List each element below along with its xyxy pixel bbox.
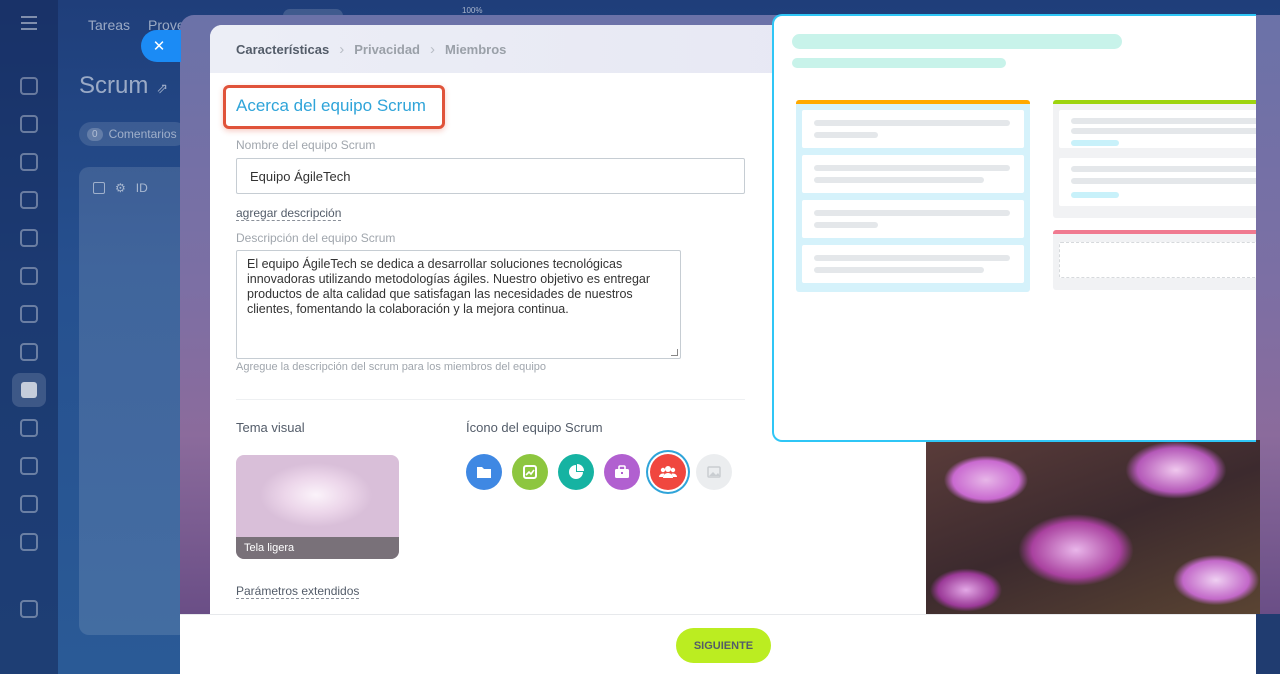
- column-id: ID: [135, 181, 148, 195]
- description-hint: Agregue la descripción del scrum para lo…: [236, 361, 546, 373]
- description-label: Descripción del equipo Scrum: [236, 231, 396, 245]
- pie-chart-icon[interactable]: [558, 454, 594, 490]
- feed-icon[interactable]: [20, 77, 38, 95]
- preview-card: [802, 245, 1024, 283]
- team-name-label: Nombre del equipo Scrum: [236, 138, 376, 152]
- icon-picker: [466, 454, 732, 490]
- team-name-input[interactable]: Equipo ÁgileTech: [236, 158, 745, 194]
- automation-icon[interactable]: [20, 495, 38, 513]
- preview-title-bar: [792, 34, 1122, 49]
- select-all-checkbox[interactable]: [93, 182, 105, 194]
- mail-icon[interactable]: [20, 305, 38, 323]
- close-button[interactable]: ✕: [141, 30, 181, 62]
- tab-tasks[interactable]: Tareas: [88, 17, 130, 33]
- add-description-link[interactable]: agregar descripción: [236, 206, 342, 221]
- step-members[interactable]: Miembros: [445, 42, 506, 57]
- comments-label: Comentarios: [108, 127, 177, 141]
- folder-icon[interactable]: [466, 454, 502, 490]
- zoom-level: 100%: [462, 6, 483, 15]
- preview-subtitle-bar: [792, 58, 1006, 68]
- close-icon: ✕: [152, 38, 166, 55]
- right-edge: [1256, 614, 1280, 674]
- calendar-icon[interactable]: [20, 191, 38, 209]
- preview-card: [802, 110, 1024, 148]
- section-title: Acerca del equipo Scrum: [236, 96, 426, 115]
- preview-card: [802, 200, 1024, 238]
- divider: [236, 399, 745, 400]
- theme-name: Tela ligera: [236, 537, 399, 559]
- preview-column-1: [796, 100, 1030, 292]
- contacts-icon[interactable]: [20, 343, 38, 361]
- tasks-table: ⚙ ID: [79, 167, 189, 635]
- wizard-footer: SIGUIENTE: [180, 614, 1256, 674]
- description-value: El equipo ÁgileTech se dedica a desarrol…: [247, 257, 651, 316]
- preview-card: [1059, 110, 1256, 148]
- preview-drop-zone: [1059, 242, 1256, 278]
- pin-icon[interactable]: ⇗: [156, 80, 168, 96]
- image-icon[interactable]: [696, 454, 732, 490]
- schedule-icon[interactable]: [20, 457, 38, 475]
- filter-icon[interactable]: [20, 419, 38, 437]
- preview-card: [1059, 158, 1256, 206]
- scrum-preview: [772, 14, 1256, 442]
- background-image: [926, 440, 1260, 615]
- gear-icon[interactable]: ⚙: [115, 181, 126, 195]
- cart-icon[interactable]: [20, 533, 38, 551]
- chevron-right-icon: ›: [430, 40, 435, 58]
- briefcase-icon[interactable]: [604, 454, 640, 490]
- description-textarea[interactable]: El equipo ÁgileTech se dedica a desarrol…: [236, 250, 681, 359]
- left-sidebar: [0, 0, 58, 674]
- table-header: ⚙ ID: [93, 181, 148, 195]
- menu-icon[interactable]: [21, 16, 37, 30]
- chevron-right-icon: ›: [339, 40, 345, 58]
- preview-column-3: [1053, 230, 1256, 290]
- documents-icon[interactable]: [20, 153, 38, 171]
- theme-preview[interactable]: Tela ligera: [236, 455, 399, 559]
- icon-heading: Ícono del equipo Scrum: [466, 420, 603, 435]
- preview-column-2: [1053, 100, 1256, 218]
- page-title-text: Scrum: [79, 72, 149, 99]
- chart-icon[interactable]: [512, 454, 548, 490]
- theme-heading: Tema visual: [236, 420, 305, 435]
- preview-card: [802, 155, 1024, 193]
- settings-icon[interactable]: [20, 600, 38, 618]
- tasks-icon[interactable]: [12, 373, 46, 407]
- comments-count: 0: [87, 127, 103, 141]
- page-title: Scrum ⇗: [79, 72, 168, 100]
- chat-icon[interactable]: [20, 115, 38, 133]
- next-button[interactable]: SIGUIENTE: [676, 628, 771, 663]
- step-characteristics[interactable]: Características: [236, 42, 329, 57]
- files-icon[interactable]: [20, 229, 38, 247]
- extended-params-link[interactable]: Parámetros extendidos: [236, 584, 360, 599]
- crm-icon[interactable]: [20, 267, 38, 285]
- resize-handle[interactable]: [671, 349, 678, 356]
- step-privacy[interactable]: Privacidad: [354, 42, 420, 57]
- comments-chip[interactable]: 0 Comentarios: [79, 122, 187, 146]
- team-icon[interactable]: [650, 454, 686, 490]
- team-name-value: Equipo ÁgileTech: [250, 168, 351, 184]
